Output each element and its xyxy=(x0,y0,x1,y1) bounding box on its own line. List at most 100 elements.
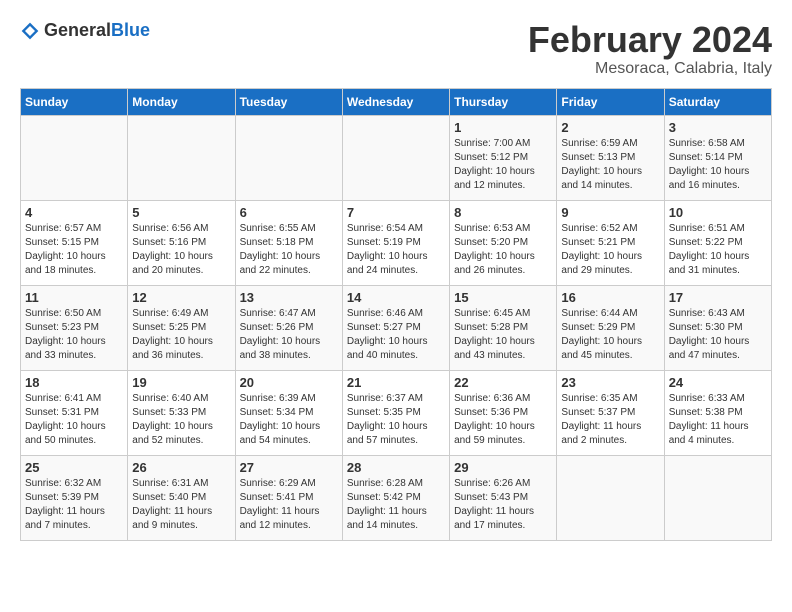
calendar-cell: 20 Sunrise: 6:39 AM Sunset: 5:34 PM Dayli… xyxy=(235,370,342,455)
calendar-cell: 10 Sunrise: 6:51 AM Sunset: 5:22 PM Dayli… xyxy=(664,200,771,285)
week-row-1: 1 Sunrise: 7:00 AM Sunset: 5:12 PM Daylig… xyxy=(21,115,772,200)
day-info: Sunrise: 6:45 AM Sunset: 5:28 PM Dayligh… xyxy=(454,307,552,363)
calendar-cell: 15Sunrise: 6:45 AM Sunset: 5:28 PM Dayli… xyxy=(450,285,557,370)
day-number: 1 xyxy=(454,120,552,135)
day-info: Sunrise: 6:32 AM Sunset: 5:39 PM Dayligh… xyxy=(25,477,123,533)
header-row: SundayMondayTuesdayWednesdayThursdayFrid… xyxy=(21,88,772,115)
day-info: Sunrise: 6:43 AM Sunset: 5:30 PM Dayligh… xyxy=(669,307,767,363)
day-info: Sunrise: 6:31 AM Sunset: 5:40 PM Dayligh… xyxy=(132,477,230,533)
calendar-cell: 9 Sunrise: 6:52 AM Sunset: 5:21 PM Daylig… xyxy=(557,200,664,285)
day-number: 19 xyxy=(132,375,230,390)
column-header-thursday: Thursday xyxy=(450,88,557,115)
day-info: Sunrise: 6:36 AM Sunset: 5:36 PM Dayligh… xyxy=(454,392,552,448)
day-number: 14 xyxy=(347,290,445,305)
day-number: 13 xyxy=(240,290,338,305)
calendar-cell xyxy=(342,115,449,200)
calendar-cell: 27 Sunrise: 6:29 AM Sunset: 5:41 PM Dayli… xyxy=(235,455,342,540)
calendar-cell: 11Sunrise: 6:50 AM Sunset: 5:23 PM Dayli… xyxy=(21,285,128,370)
day-number: 18 xyxy=(25,375,123,390)
day-info: Sunrise: 6:35 AM Sunset: 5:37 PM Dayligh… xyxy=(561,392,659,448)
calendar-table: SundayMondayTuesdayWednesdayThursdayFrid… xyxy=(20,88,772,541)
calendar-cell xyxy=(235,115,342,200)
calendar-cell: 29 Sunrise: 6:26 AM Sunset: 5:43 PM Dayli… xyxy=(450,455,557,540)
day-info: Sunrise: 6:51 AM Sunset: 5:22 PM Dayligh… xyxy=(669,222,767,278)
calendar-cell: 21 Sunrise: 6:37 AM Sunset: 5:35 PM Dayli… xyxy=(342,370,449,455)
day-info: Sunrise: 6:26 AM Sunset: 5:43 PM Dayligh… xyxy=(454,477,552,533)
day-number: 23 xyxy=(561,375,659,390)
column-header-friday: Friday xyxy=(557,88,664,115)
calendar-cell xyxy=(557,455,664,540)
calendar-cell: 14 Sunrise: 6:46 AM Sunset: 5:27 PM Dayli… xyxy=(342,285,449,370)
column-header-saturday: Saturday xyxy=(664,88,771,115)
day-number: 3 xyxy=(669,120,767,135)
calendar-cell: 17 Sunrise: 6:43 AM Sunset: 5:30 PM Dayli… xyxy=(664,285,771,370)
calendar-cell: 2 Sunrise: 6:59 AM Sunset: 5:13 PM Daylig… xyxy=(557,115,664,200)
calendar-header: SundayMondayTuesdayWednesdayThursdayFrid… xyxy=(21,88,772,115)
day-number: 16 xyxy=(561,290,659,305)
calendar-cell: 28Sunrise: 6:28 AM Sunset: 5:42 PM Dayli… xyxy=(342,455,449,540)
day-number: 26 xyxy=(132,460,230,475)
day-number: 21 xyxy=(347,375,445,390)
day-number: 24 xyxy=(669,375,767,390)
logo-general-text: General xyxy=(44,20,111,40)
day-number: 2 xyxy=(561,120,659,135)
calendar-cell: 23 Sunrise: 6:35 AM Sunset: 5:37 PM Dayli… xyxy=(557,370,664,455)
day-info: Sunrise: 6:39 AM Sunset: 5:34 PM Dayligh… xyxy=(240,392,338,448)
calendar-cell: 25 Sunrise: 6:32 AM Sunset: 5:39 PM Dayli… xyxy=(21,455,128,540)
calendar-body: 1 Sunrise: 7:00 AM Sunset: 5:12 PM Daylig… xyxy=(21,115,772,540)
calendar-cell: 4Sunrise: 6:57 AM Sunset: 5:15 PM Daylig… xyxy=(21,200,128,285)
day-number: 7 xyxy=(347,205,445,220)
day-info: Sunrise: 6:29 AM Sunset: 5:41 PM Dayligh… xyxy=(240,477,338,533)
column-header-wednesday: Wednesday xyxy=(342,88,449,115)
day-number: 6 xyxy=(240,205,338,220)
logo: GeneralBlue xyxy=(20,20,150,41)
calendar-cell: 5 Sunrise: 6:56 AM Sunset: 5:16 PM Daylig… xyxy=(128,200,235,285)
day-info: Sunrise: 6:56 AM Sunset: 5:16 PM Dayligh… xyxy=(132,222,230,278)
page-subtitle: Mesoraca, Calabria, Italy xyxy=(528,60,772,78)
day-number: 4 xyxy=(25,205,123,220)
calendar-cell: 7 Sunrise: 6:54 AM Sunset: 5:19 PM Daylig… xyxy=(342,200,449,285)
day-info: Sunrise: 6:46 AM Sunset: 5:27 PM Dayligh… xyxy=(347,307,445,363)
day-number: 27 xyxy=(240,460,338,475)
title-block: February 2024 Mesoraca, Calabria, Italy xyxy=(528,20,772,78)
calendar-cell xyxy=(128,115,235,200)
day-info: Sunrise: 7:00 AM Sunset: 5:12 PM Dayligh… xyxy=(454,137,552,193)
day-info: Sunrise: 6:33 AM Sunset: 5:38 PM Dayligh… xyxy=(669,392,767,448)
day-info: Sunrise: 6:47 AM Sunset: 5:26 PM Dayligh… xyxy=(240,307,338,363)
column-header-sunday: Sunday xyxy=(21,88,128,115)
day-info: Sunrise: 6:58 AM Sunset: 5:14 PM Dayligh… xyxy=(669,137,767,193)
day-number: 9 xyxy=(561,205,659,220)
calendar-cell xyxy=(664,455,771,540)
column-header-monday: Monday xyxy=(128,88,235,115)
calendar-cell xyxy=(21,115,128,200)
calendar-cell: 3 Sunrise: 6:58 AM Sunset: 5:14 PM Daylig… xyxy=(664,115,771,200)
day-number: 10 xyxy=(669,205,767,220)
day-info: Sunrise: 6:52 AM Sunset: 5:21 PM Dayligh… xyxy=(561,222,659,278)
calendar-cell: 24 Sunrise: 6:33 AM Sunset: 5:38 PM Dayli… xyxy=(664,370,771,455)
day-info: Sunrise: 6:59 AM Sunset: 5:13 PM Dayligh… xyxy=(561,137,659,193)
calendar-cell: 22 Sunrise: 6:36 AM Sunset: 5:36 PM Dayli… xyxy=(450,370,557,455)
calendar-cell: 13 Sunrise: 6:47 AM Sunset: 5:26 PM Dayli… xyxy=(235,285,342,370)
logo-blue-text: Blue xyxy=(111,20,150,40)
column-header-tuesday: Tuesday xyxy=(235,88,342,115)
calendar-cell: 1 Sunrise: 7:00 AM Sunset: 5:12 PM Daylig… xyxy=(450,115,557,200)
calendar-cell: 19Sunrise: 6:40 AM Sunset: 5:33 PM Dayli… xyxy=(128,370,235,455)
day-info: Sunrise: 6:49 AM Sunset: 5:25 PM Dayligh… xyxy=(132,307,230,363)
day-number: 12 xyxy=(132,290,230,305)
day-info: Sunrise: 6:54 AM Sunset: 5:19 PM Dayligh… xyxy=(347,222,445,278)
calendar-cell: 12 Sunrise: 6:49 AM Sunset: 5:25 PM Dayli… xyxy=(128,285,235,370)
calendar-cell: 18 Sunrise: 6:41 AM Sunset: 5:31 PM Dayli… xyxy=(21,370,128,455)
day-number: 29 xyxy=(454,460,552,475)
day-number: 17 xyxy=(669,290,767,305)
week-row-2: 4Sunrise: 6:57 AM Sunset: 5:15 PM Daylig… xyxy=(21,200,772,285)
day-number: 20 xyxy=(240,375,338,390)
day-info: Sunrise: 6:41 AM Sunset: 5:31 PM Dayligh… xyxy=(25,392,123,448)
day-number: 22 xyxy=(454,375,552,390)
week-row-5: 25 Sunrise: 6:32 AM Sunset: 5:39 PM Dayli… xyxy=(21,455,772,540)
day-number: 25 xyxy=(25,460,123,475)
day-number: 5 xyxy=(132,205,230,220)
page-title: February 2024 xyxy=(528,20,772,60)
day-info: Sunrise: 6:37 AM Sunset: 5:35 PM Dayligh… xyxy=(347,392,445,448)
calendar-cell: 16Sunrise: 6:44 AM Sunset: 5:29 PM Dayli… xyxy=(557,285,664,370)
day-info: Sunrise: 6:28 AM Sunset: 5:42 PM Dayligh… xyxy=(347,477,445,533)
